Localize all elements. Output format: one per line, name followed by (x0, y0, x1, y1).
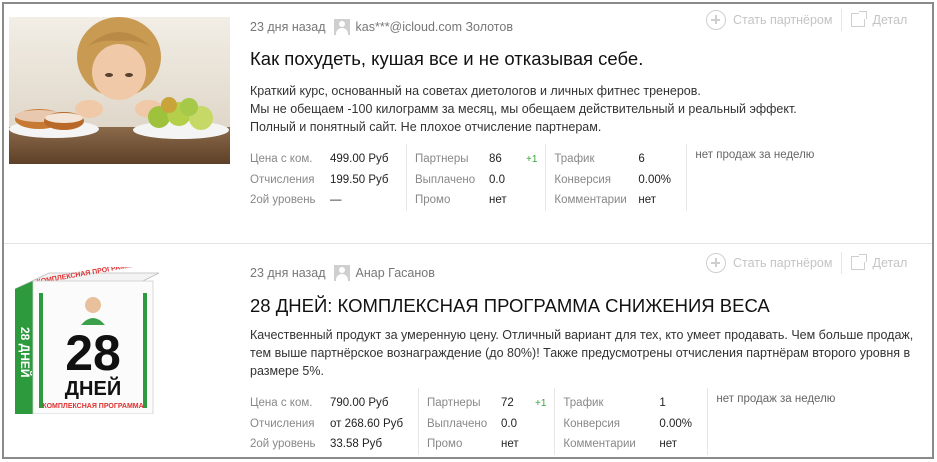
stats-partners-group: Партнеры 86 +1 Выплачено 0.0 Промо нет (406, 144, 545, 211)
product-thumbnail[interactable]: КОМПЛЕКСНАЯ ПРОГРАММА СНИЖЕНИЯ ВЕСА 28 Д… (9, 267, 224, 414)
card-actions: Стать партнёром Детал (706, 252, 907, 274)
price-label: Цена с ком. (250, 397, 313, 410)
level2-label: 2ой уровень (250, 438, 316, 451)
product-meta: 23 дня назад Анар Гасанов (250, 265, 435, 281)
divider (4, 243, 932, 244)
card-actions: Стать партнёром Детал (706, 9, 907, 31)
description-line: Качественный продукт за умеренную цену. … (250, 328, 914, 378)
stats-price-group: Цена с ком. 499.00 Руб Отчисления 199.50 Р… (250, 144, 406, 211)
product-list: 23 дня назад kas***@icloud.com Золотов С… (2, 2, 934, 459)
partners-delta: +1 (526, 153, 538, 165)
paid-label: Выплачено (427, 417, 488, 430)
divider (841, 252, 843, 274)
conversion-label: Конверсия (554, 173, 612, 186)
conversion-value: 0.00% (659, 417, 693, 430)
partners-value: 86 (489, 153, 502, 166)
comments-label: Комментарии (563, 438, 636, 451)
product-description: Краткий курс, основанный на советах диет… (250, 82, 910, 136)
promo-value[interactable]: нет (489, 194, 522, 206)
divider (841, 9, 843, 31)
product-stats: Цена с ком. 499.00 Руб Отчисления 199.50 Р… (250, 144, 822, 211)
box-side-text: 28 ДНЕЙ (18, 327, 33, 378)
become-partner-button[interactable]: Стать партнёром (706, 252, 832, 274)
commission-value: 199.50 Руб (330, 173, 389, 186)
description-line: Мы не обещаем -100 килограмм за месяц, м… (250, 102, 797, 116)
box-word: ДНЕЙ (65, 376, 121, 400)
product-description: Качественный продукт за умеренную цену. … (250, 326, 932, 380)
description-line: Краткий курс, основанный на советах диет… (250, 84, 701, 98)
price-label: Цена с ком. (250, 153, 313, 166)
avatar-icon (333, 265, 350, 281)
plus-circle-icon (706, 253, 726, 273)
box-number: 28 (65, 325, 121, 381)
description-line: Полный и понятный сайт. Не плохое отчисл… (250, 120, 602, 134)
sales-note: нет продаж за неделю (707, 388, 843, 455)
promo-label: Промо (427, 438, 463, 451)
product-thumbnail[interactable] (9, 17, 230, 164)
price-value: 499.00 Руб (330, 153, 389, 166)
promo-value[interactable]: нет (501, 438, 531, 450)
become-partner-button[interactable]: Стать партнёром (706, 9, 832, 31)
stats-price-group: Цена с ком. 790.00 Руб Отчисления от 268.6… (250, 388, 418, 455)
comments-label: Комментарии (554, 194, 627, 207)
comments-value[interactable]: нет (659, 438, 699, 450)
partners-value: 72 (501, 397, 514, 410)
conversion-value: 0.00% (638, 173, 672, 186)
level2-value: — (330, 194, 342, 207)
partners-delta: +1 (535, 397, 547, 409)
post-date: 23 дня назад (250, 20, 326, 34)
product-stats: Цена с ком. 790.00 Руб Отчисления от 268.6… (250, 388, 843, 455)
partners-label: Партнеры (415, 153, 469, 166)
sales-note: нет продаж за неделю (686, 144, 822, 211)
external-link-icon (851, 11, 868, 27)
product-title[interactable]: 28 ДНЕЙ: КОМПЛЕКСНАЯ ПРОГРАММА СНИЖЕНИЯ … (250, 295, 770, 317)
promo-label: Промо (415, 194, 451, 207)
commission-value: от 268.60 Руб (330, 417, 404, 430)
details-button[interactable]: Детал (851, 9, 907, 31)
level2-value: 33.58 Руб (330, 438, 383, 451)
woman-with-donuts-and-apples-image (9, 17, 230, 164)
level2-label: 2ой уровень (250, 194, 316, 207)
partners-label: Партнеры (427, 397, 481, 410)
comments-value[interactable]: нет (638, 194, 678, 206)
product-card: 23 дня назад kas***@icloud.com Золотов С… (4, 4, 932, 242)
author-name[interactable]: kas***@icloud.com Золотов (356, 20, 513, 34)
program-box-image: КОМПЛЕКСНАЯ ПРОГРАММА СНИЖЕНИЯ ВЕСА 28 Д… (9, 267, 224, 414)
paid-value: 0.0 (501, 417, 517, 430)
stats-traffic-group: Трафик 6 Конверсия 0.00% Комментарии нет (545, 144, 686, 211)
post-date: 23 дня назад (250, 266, 326, 280)
traffic-label: Трафик (554, 153, 595, 166)
conversion-label: Конверсия (563, 417, 621, 430)
product-meta: 23 дня назад kas***@icloud.com Золотов (250, 19, 513, 35)
plus-circle-icon (706, 10, 726, 30)
paid-value: 0.0 (489, 173, 505, 186)
traffic-value: 6 (638, 153, 645, 166)
traffic-label: Трафик (563, 397, 604, 410)
external-link-icon (851, 254, 868, 270)
author-name[interactable]: Анар Гасанов (356, 266, 435, 280)
product-title[interactable]: Как похудеть, кушая все и не отказывая с… (250, 48, 643, 70)
details-button[interactable]: Детал (851, 252, 907, 274)
price-value: 790.00 Руб (330, 397, 389, 410)
traffic-value: 1 (659, 397, 666, 410)
paid-label: Выплачено (415, 173, 476, 186)
avatar-icon (333, 19, 350, 35)
commission-label: Отчисления (250, 173, 315, 186)
stats-partners-group: Партнеры 72 +1 Выплачено 0.0 Промо нет (418, 388, 554, 455)
product-card: КОМПЛЕКСНАЯ ПРОГРАММА СНИЖЕНИЯ ВЕСА 28 Д… (4, 248, 932, 457)
commission-label: Отчисления (250, 417, 315, 430)
stats-traffic-group: Трафик 1 Конверсия 0.00% Комментарии нет (554, 388, 707, 455)
box-bottom-text: КОМПЛЕКСНАЯ ПРОГРАММА (42, 403, 143, 410)
